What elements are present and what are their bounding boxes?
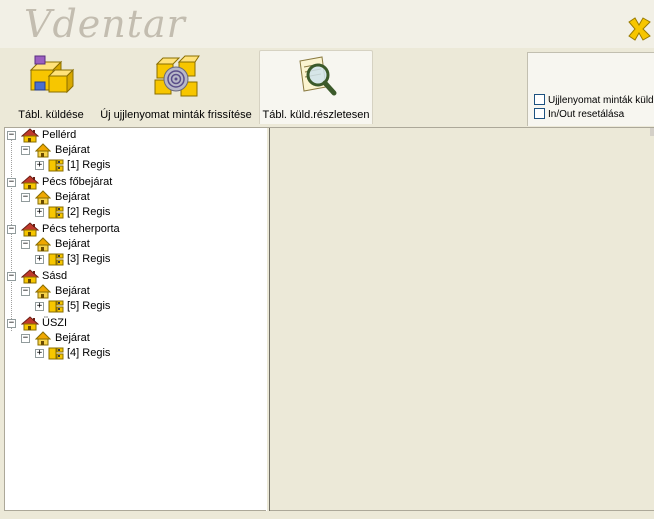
detail-pane — [270, 128, 654, 511]
tree-entrance-label: Bejárat — [55, 238, 90, 250]
entrance-house-icon — [35, 237, 51, 252]
tree-entrance[interactable]: − Bejárat — [5, 190, 265, 205]
tree-site-label: Sásd — [42, 270, 68, 282]
device-icon — [48, 253, 64, 266]
expand-toggle[interactable]: + — [35, 208, 44, 217]
reset-inout-option-label: In/Out resetálása — [548, 109, 625, 120]
entrance-house-icon — [35, 143, 51, 158]
app-logo: Vdentar — [24, 2, 186, 46]
fingerprint-cubes-icon — [154, 55, 200, 97]
send-fingerprints-option[interactable]: Ujjlenyomat minták küld — [534, 94, 654, 107]
tree-entrance-label: Bejárat — [55, 332, 90, 344]
refresh-fingerprints-button[interactable]: Új ujjlenyomat minták frissítése — [98, 52, 254, 124]
device-icon — [48, 300, 64, 313]
send-fingerprints-option-label: Ujjlenyomat minták küld — [548, 95, 654, 106]
site-house-icon — [21, 269, 39, 284]
tree-entrance-label: Bejárat — [55, 285, 90, 297]
collapse-toggle[interactable]: − — [7, 225, 16, 234]
tree-entrance[interactable]: − Bejárat — [5, 143, 265, 158]
tree-site-label: Pellérd — [42, 129, 77, 141]
tree-entrance-label: Bejárat — [55, 144, 90, 156]
tree-site-label: Pécs főbejárat — [42, 176, 113, 188]
tree-site-label: ÜSZI — [42, 317, 68, 329]
close-icon[interactable] — [626, 16, 652, 42]
options-panel: Ujjlenyomat minták küld In/Out resetálás… — [527, 52, 654, 126]
tree-site[interactable]: − ÜSZI — [5, 316, 265, 331]
entrance-house-icon — [35, 331, 51, 346]
tree-entrance[interactable]: − Bejárat — [5, 331, 265, 346]
site-house-icon — [21, 175, 39, 190]
collapse-toggle[interactable]: − — [21, 287, 30, 296]
tree-device[interactable]: + [1] Regis — [5, 158, 265, 173]
send-table-button[interactable]: Tábl. küldése — [8, 52, 94, 124]
tree-device-label: [1] Regis — [67, 159, 111, 171]
tree-device[interactable]: + [4] Regis — [5, 346, 265, 361]
device-icon — [48, 206, 64, 219]
site-house-icon — [21, 128, 39, 143]
site-house-icon — [21, 222, 39, 237]
toolbar: Tábl. küldése Új ujjlenyomat minták fris… — [0, 48, 654, 126]
send-table-label: Tábl. küldése — [18, 109, 84, 121]
refresh-fingerprints-label: Új ujjlenyomat minták frissítése — [100, 109, 252, 121]
collapse-toggle[interactable]: − — [21, 193, 30, 202]
device-icon — [48, 159, 64, 172]
tree-site[interactable]: − Sásd — [5, 269, 265, 284]
expand-toggle[interactable]: + — [35, 349, 44, 358]
collapse-toggle[interactable]: − — [21, 334, 30, 343]
collapse-toggle[interactable]: − — [21, 146, 30, 155]
tree-device-label: [3] Regis — [67, 253, 111, 265]
site-house-icon — [21, 316, 39, 331]
tree-device-label: [4] Regis — [67, 347, 111, 359]
tree-site[interactable]: − Pellérd — [5, 128, 265, 143]
tree-device[interactable]: + [3] Regis — [5, 252, 265, 267]
reset-inout-checkbox[interactable] — [534, 108, 545, 119]
magnifier-document-icon — [299, 56, 337, 96]
detailed-send-button[interactable]: Tábl. küld.részletesen — [259, 50, 373, 124]
entrance-house-icon — [35, 190, 51, 205]
tree-device[interactable]: + [2] Regis — [5, 205, 265, 220]
tree-device[interactable]: + [5] Regis — [5, 299, 265, 314]
expand-toggle[interactable]: + — [35, 161, 44, 170]
tree-entrance[interactable]: − Bejárat — [5, 284, 265, 299]
tree-entrance-label: Bejárat — [55, 191, 90, 203]
tree-entrance[interactable]: − Bejárat — [5, 237, 265, 252]
expand-toggle[interactable]: + — [35, 302, 44, 311]
send-cubes-icon — [29, 55, 75, 94]
app-header: Vdentar — [0, 0, 654, 48]
tree-site[interactable]: − Pécs főbejárat — [5, 175, 265, 190]
expand-toggle[interactable]: + — [35, 255, 44, 264]
detailed-send-label: Tábl. küld.részletesen — [262, 109, 370, 121]
reset-inout-option[interactable]: In/Out resetálása — [534, 108, 624, 121]
tree-device-label: [2] Regis — [67, 206, 111, 218]
tree-site-label: Pécs teherporta — [42, 223, 120, 235]
main-area: − Pellérd − Bejárat + [1] Regis − Pécs f… — [4, 127, 654, 512]
site-tree[interactable]: − Pellérd − Bejárat + [1] Regis − Pécs f… — [4, 128, 266, 511]
send-fingerprints-checkbox[interactable] — [534, 94, 545, 105]
tree-site[interactable]: − Pécs teherporta — [5, 222, 265, 237]
status-bar — [0, 512, 654, 519]
collapse-toggle[interactable]: − — [21, 240, 30, 249]
device-icon — [48, 347, 64, 360]
tree-device-label: [5] Regis — [67, 300, 111, 312]
collapse-toggle[interactable]: − — [7, 272, 16, 281]
scrollbar-stub[interactable] — [650, 128, 654, 136]
collapse-toggle[interactable]: − — [7, 131, 16, 140]
entrance-house-icon — [35, 284, 51, 299]
collapse-toggle[interactable]: − — [7, 178, 16, 187]
collapse-toggle[interactable]: − — [7, 319, 16, 328]
